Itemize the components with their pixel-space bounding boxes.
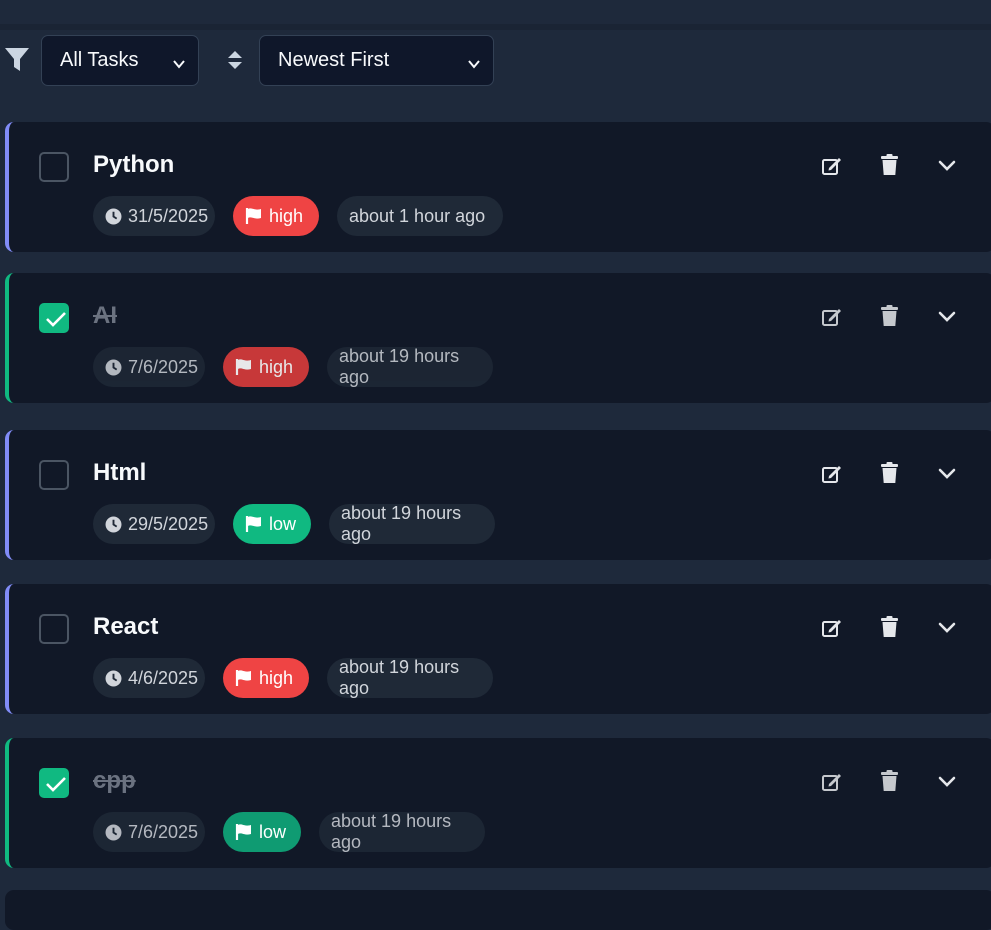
created-time-text: about 19 hours ago bbox=[339, 657, 460, 698]
due-date-badge: 31/5/2025 bbox=[93, 196, 215, 236]
edit-icon bbox=[821, 155, 843, 182]
created-time-badge: about 19 hours ago bbox=[319, 811, 485, 852]
edit-button[interactable] bbox=[818, 154, 846, 182]
created-time-text: about 19 hours ago bbox=[331, 811, 452, 852]
task-card: AI 7/6/2025 high about 19 hours ago bbox=[5, 273, 991, 403]
task-card: Html 29/5/2025 low about 19 hours ago bbox=[5, 430, 991, 560]
due-date-badge: 7/6/2025 bbox=[93, 812, 205, 852]
clock-icon bbox=[105, 670, 122, 687]
trash-icon bbox=[880, 461, 899, 489]
task-title: Python bbox=[93, 151, 175, 178]
due-date-text: 4/6/2025 bbox=[128, 667, 199, 688]
flag-icon bbox=[245, 207, 263, 225]
expand-button[interactable] bbox=[933, 305, 961, 333]
delete-button[interactable] bbox=[875, 153, 903, 181]
delete-button[interactable] bbox=[875, 769, 903, 797]
due-date-badge: 7/6/2025 bbox=[93, 347, 205, 387]
expand-button[interactable] bbox=[933, 462, 961, 490]
created-time-badge: about 19 hours ago bbox=[327, 346, 493, 387]
task-checkbox[interactable] bbox=[39, 460, 69, 490]
priority-text: high bbox=[259, 667, 294, 688]
created-time-badge: about 19 hours ago bbox=[329, 503, 495, 544]
flag-icon bbox=[235, 669, 253, 687]
priority-badge: low bbox=[223, 812, 301, 852]
edit-icon bbox=[821, 463, 843, 490]
sort-select-value: Newest First bbox=[278, 49, 390, 71]
chevron-down-icon bbox=[937, 621, 957, 640]
task-card: Python 31/5/2025 high about 1 hour ago bbox=[5, 122, 991, 252]
trash-icon bbox=[880, 615, 899, 643]
clock-icon bbox=[105, 516, 122, 533]
filter-select-value: All Tasks bbox=[60, 49, 139, 71]
edit-icon bbox=[821, 306, 843, 333]
clock-icon bbox=[105, 208, 122, 225]
priority-text: high bbox=[269, 205, 304, 226]
task-card-partial bbox=[5, 890, 991, 930]
chevron-down-icon bbox=[937, 310, 957, 329]
task-title: Html bbox=[93, 459, 147, 486]
trash-icon bbox=[880, 304, 899, 332]
task-title: React bbox=[93, 613, 159, 640]
edit-button[interactable] bbox=[818, 616, 846, 644]
chevron-down-icon bbox=[172, 54, 186, 69]
expand-button[interactable] bbox=[933, 770, 961, 798]
task-title: AI bbox=[93, 302, 117, 329]
chevron-down-icon bbox=[937, 775, 957, 794]
task-checkbox[interactable] bbox=[39, 614, 69, 644]
expand-button[interactable] bbox=[933, 616, 961, 644]
sort-icon bbox=[226, 49, 244, 71]
task-card: React 4/6/2025 high about 19 hours ago bbox=[5, 584, 991, 714]
task-checkbox[interactable] bbox=[39, 152, 69, 182]
due-date-text: 7/6/2025 bbox=[128, 356, 199, 377]
edit-button[interactable] bbox=[818, 770, 846, 798]
chevron-down-icon bbox=[937, 159, 957, 178]
edit-icon bbox=[821, 771, 843, 798]
chevron-down-icon bbox=[467, 54, 481, 69]
due-date-text: 31/5/2025 bbox=[128, 205, 209, 226]
due-date-text: 7/6/2025 bbox=[128, 821, 199, 842]
expand-button[interactable] bbox=[933, 154, 961, 182]
created-time-text: about 19 hours ago bbox=[339, 346, 460, 387]
filter-icon bbox=[5, 47, 29, 73]
priority-badge: low bbox=[233, 504, 311, 544]
created-time-text: about 19 hours ago bbox=[341, 503, 462, 544]
priority-text: low bbox=[259, 821, 287, 842]
clock-icon bbox=[105, 824, 122, 841]
delete-button[interactable] bbox=[875, 615, 903, 643]
sort-select[interactable]: Newest First bbox=[259, 35, 494, 86]
task-checkbox[interactable] bbox=[39, 768, 69, 798]
trash-icon bbox=[880, 769, 899, 797]
task-toolbar: All Tasks Newest First bbox=[0, 35, 991, 86]
edit-button[interactable] bbox=[818, 462, 846, 490]
filter-select[interactable]: All Tasks bbox=[41, 35, 199, 86]
task-card: cpp 7/6/2025 low about 19 hours ago bbox=[5, 738, 991, 868]
header-divider bbox=[0, 24, 991, 30]
clock-icon bbox=[105, 359, 122, 376]
created-time-text: about 1 hour ago bbox=[349, 205, 486, 226]
priority-text: high bbox=[259, 356, 294, 377]
flag-icon bbox=[235, 358, 253, 376]
delete-button[interactable] bbox=[875, 461, 903, 489]
flag-icon bbox=[235, 823, 253, 841]
due-date-text: 29/5/2025 bbox=[128, 513, 209, 534]
chevron-down-icon bbox=[937, 467, 957, 486]
edit-icon bbox=[821, 617, 843, 644]
created-time-badge: about 1 hour ago bbox=[337, 196, 503, 236]
due-date-badge: 29/5/2025 bbox=[93, 504, 215, 544]
created-time-badge: about 19 hours ago bbox=[327, 657, 493, 698]
flag-icon bbox=[245, 515, 263, 533]
task-checkbox[interactable] bbox=[39, 303, 69, 333]
task-title: cpp bbox=[93, 767, 136, 794]
priority-text: low bbox=[269, 513, 297, 534]
priority-badge: high bbox=[223, 347, 309, 387]
due-date-badge: 4/6/2025 bbox=[93, 658, 205, 698]
trash-icon bbox=[880, 153, 899, 181]
edit-button[interactable] bbox=[818, 305, 846, 333]
priority-badge: high bbox=[223, 658, 309, 698]
priority-badge: high bbox=[233, 196, 319, 236]
delete-button[interactable] bbox=[875, 304, 903, 332]
header-strip bbox=[0, 0, 991, 24]
